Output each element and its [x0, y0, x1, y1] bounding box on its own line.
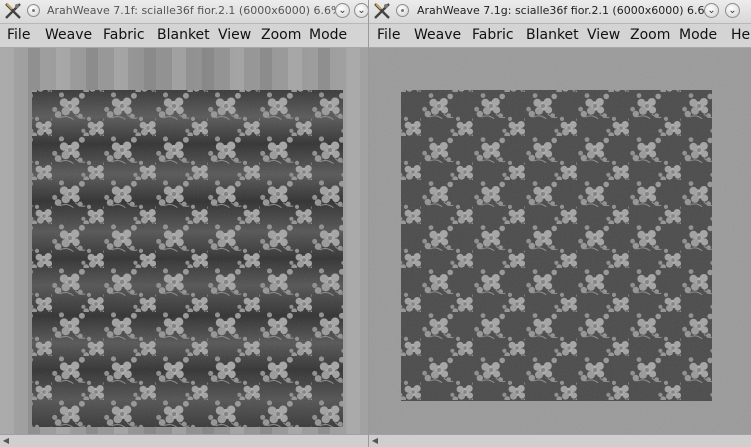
- window-menu-icon[interactable]: ⌄: [354, 3, 368, 18]
- menu-blanket[interactable]: Blanket: [526, 27, 579, 43]
- menu-mode[interactable]: Mode: [309, 27, 347, 43]
- menu-file[interactable]: File: [377, 27, 400, 43]
- weave-window-left: ArahWeave 7.1f: scialle36f fior.2.1 (600…: [0, 0, 369, 447]
- menu-mode[interactable]: Mode: [679, 27, 717, 43]
- menu-view[interactable]: View: [218, 27, 251, 43]
- window-menu-icon[interactable]: ⌄: [725, 3, 740, 18]
- chevron-down-icon[interactable]: ⌄: [704, 3, 719, 18]
- weave-window-right: ArahWeave 7.1g: scialle36f fior.2.1 (600…: [369, 0, 751, 447]
- menu-file[interactable]: File: [7, 27, 30, 43]
- horizontal-scrollbar[interactable]: ◀: [0, 434, 368, 447]
- menu-fabric[interactable]: Fabric: [472, 27, 514, 43]
- menu-bar: File Weave Fabric Blanket View Zoom Mode…: [369, 24, 751, 48]
- menu-blanket[interactable]: Blanket: [157, 27, 210, 43]
- menu-zoom[interactable]: Zoom: [261, 27, 301, 43]
- title-bar[interactable]: ArahWeave 7.1f: scialle36f fior.2.1 (600…: [0, 0, 368, 24]
- window-title: ArahWeave 7.1f: scialle36f fior.2.1 (600…: [47, 4, 341, 17]
- menu-weave[interactable]: Weave: [45, 27, 92, 43]
- arahweave-app-icon[interactable]: [4, 2, 22, 20]
- horizontal-scrollbar[interactable]: ◀: [369, 434, 751, 447]
- menu-help[interactable]: He: [731, 27, 750, 43]
- window-menu-icon[interactable]: [27, 4, 40, 17]
- scroll-left-arrow-icon[interactable]: ◀: [1, 436, 11, 445]
- menu-weave[interactable]: Weave: [414, 27, 461, 43]
- menu-bar: File Weave Fabric Blanket View Zoom Mode: [0, 24, 368, 48]
- scroll-left-arrow-icon[interactable]: ◀: [370, 436, 380, 445]
- menu-fabric[interactable]: Fabric: [103, 27, 145, 43]
- window-menu-icon[interactable]: [396, 4, 409, 17]
- fabric-canvas[interactable]: [369, 48, 751, 435]
- window-title: ArahWeave 7.1g: scialle36f fior.2.1 (600…: [417, 4, 705, 17]
- chevron-down-icon[interactable]: ⌄: [335, 3, 350, 18]
- title-bar[interactable]: ArahWeave 7.1g: scialle36f fior.2.1 (600…: [369, 0, 751, 24]
- fabric-canvas[interactable]: [0, 48, 368, 435]
- fabric-simulation-image: [369, 48, 751, 435]
- arahweave-app-icon[interactable]: [373, 2, 391, 20]
- fabric-simulation-image: [0, 48, 368, 435]
- menu-zoom[interactable]: Zoom: [630, 27, 670, 43]
- menu-view[interactable]: View: [587, 27, 620, 43]
